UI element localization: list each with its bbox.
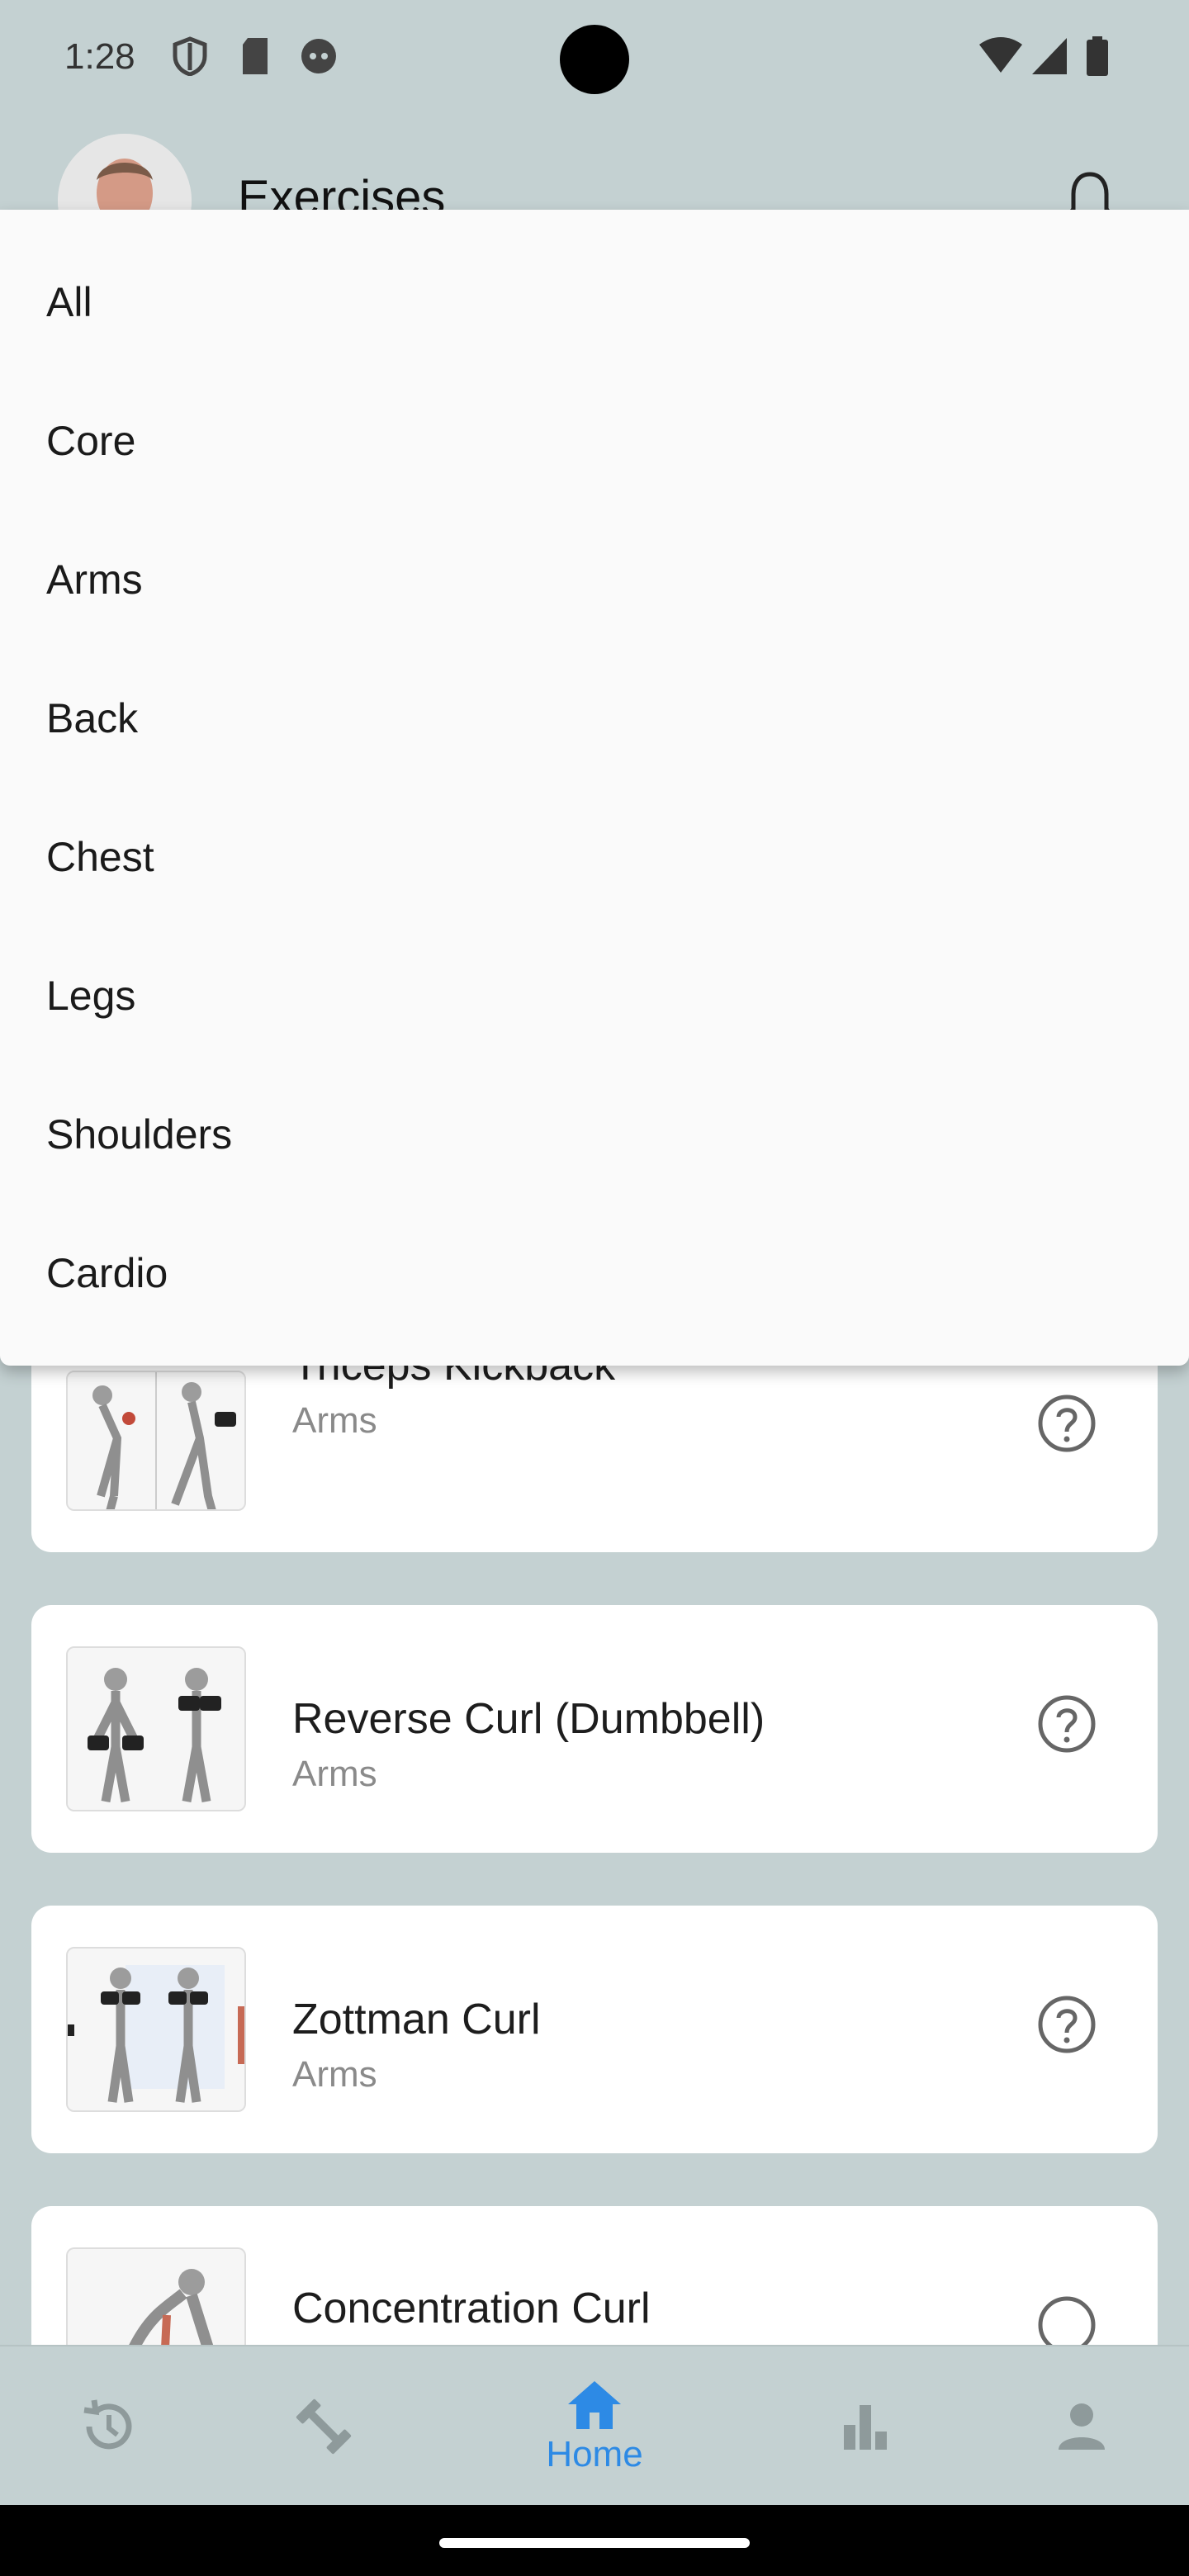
signal-icon xyxy=(1032,38,1067,74)
help-icon[interactable] xyxy=(1037,1394,1097,1453)
dropdown-option-chest[interactable]: Chest xyxy=(0,788,1189,926)
dropdown-option-arms[interactable]: Arms xyxy=(0,510,1189,649)
category-dropdown-menu: All Core Arms Back Chest Legs Shoulders … xyxy=(0,210,1189,1366)
dropdown-option-back[interactable]: Back xyxy=(0,649,1189,788)
dropdown-option-core[interactable]: Core xyxy=(0,372,1189,510)
camera-cutout xyxy=(560,25,629,94)
dumbbell-icon xyxy=(296,2398,352,2455)
dropdown-option-all[interactable]: All xyxy=(0,233,1189,372)
exercise-category: Arms xyxy=(292,1754,377,1794)
status-time: 1:28 xyxy=(64,36,135,77)
exercise-category: Arms xyxy=(292,2054,377,2095)
exercise-thumbnail xyxy=(66,1646,246,1811)
concentration-curl-illustration xyxy=(68,2249,244,2345)
exercise-card-reverse-curl[interactable]: Reverse Curl (Dumbbell) Arms xyxy=(31,1605,1158,1853)
dropdown-option-cardio[interactable]: Cardio xyxy=(0,1204,1189,1342)
nav-home-label: Home xyxy=(546,2434,643,2474)
zottman-curl-illustration xyxy=(68,1949,244,2110)
history-icon xyxy=(83,2399,132,2450)
shield-icon xyxy=(173,36,207,76)
exercise-thumbnail xyxy=(66,1371,246,1511)
exercise-card-zottman-curl[interactable]: Zottman Curl Arms xyxy=(31,1906,1158,2153)
person-icon xyxy=(1059,2403,1105,2450)
help-icon[interactable] xyxy=(1037,1995,1097,2054)
help-icon[interactable] xyxy=(1037,2295,1097,2345)
gesture-navigation-area xyxy=(0,2505,1189,2576)
bar-chart-icon xyxy=(844,2405,887,2450)
exercise-name: Concentration Curl xyxy=(292,2285,651,2332)
status-bar: 1:28 xyxy=(0,0,1189,124)
nav-workouts[interactable] xyxy=(233,2346,414,2507)
dropdown-option-legs[interactable]: Legs xyxy=(0,926,1189,1065)
exercise-category: Arms xyxy=(292,1400,377,1441)
help-icon[interactable] xyxy=(1037,1694,1097,1754)
exercise-thumbnail xyxy=(66,2247,246,2345)
exercise-name: Zottman Curl xyxy=(292,1996,541,2043)
nav-home[interactable]: Home xyxy=(504,2346,685,2507)
nav-history[interactable] xyxy=(17,2346,198,2507)
dropdown-option-shoulders[interactable]: Shoulders xyxy=(0,1065,1189,1204)
triceps-kickback-illustration xyxy=(68,1372,244,1509)
wifi-icon xyxy=(979,37,1022,73)
home-icon xyxy=(568,2381,621,2429)
battery-icon xyxy=(1087,36,1108,76)
app-header: Exercises xyxy=(0,124,1189,268)
nav-statistics[interactable] xyxy=(775,2346,956,2507)
sd-card-icon xyxy=(243,38,268,74)
app-notification-icon xyxy=(301,39,336,73)
exercise-card-concentration-curl[interactable]: Concentration Curl xyxy=(31,2206,1158,2345)
exercise-name: Reverse Curl (Dumbbell) xyxy=(292,1695,765,1743)
exercise-thumbnail xyxy=(66,1947,246,2112)
reverse-curl-illustration xyxy=(68,1648,244,1810)
bottom-navigation: Home xyxy=(0,2345,1189,2507)
nav-profile[interactable] xyxy=(991,2346,1172,2507)
home-gesture-bar[interactable] xyxy=(439,2538,750,2548)
